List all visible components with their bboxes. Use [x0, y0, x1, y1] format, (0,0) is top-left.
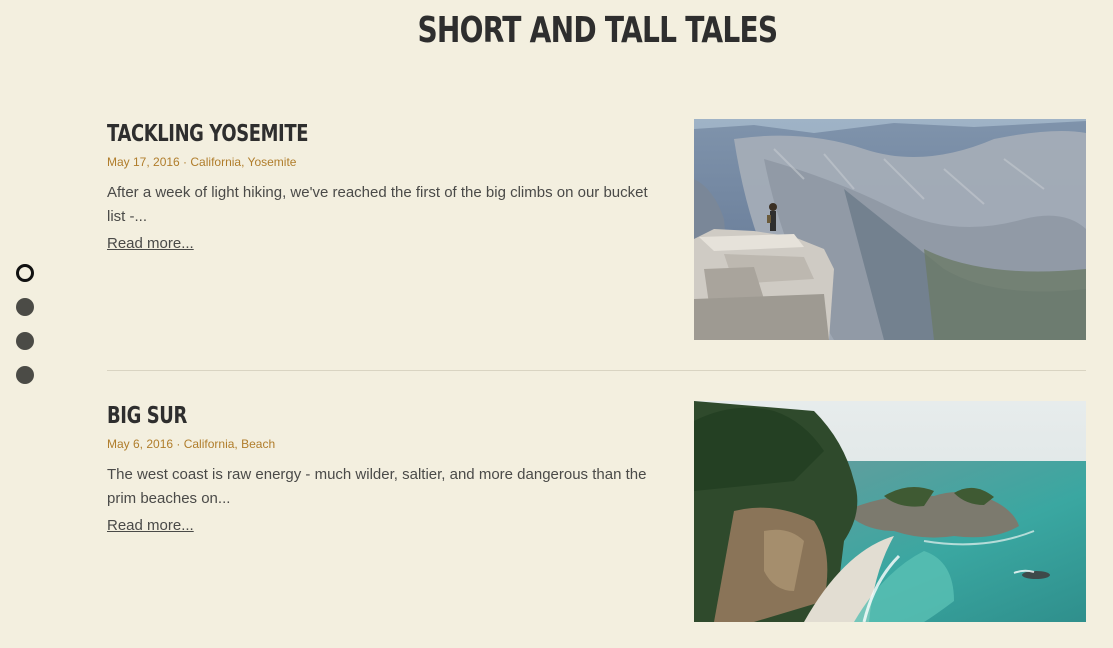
pagination-dot-2[interactable]	[16, 298, 34, 316]
post-text: TACKLING YOSEMITE May 17, 2016 · Califor…	[107, 119, 667, 253]
post-excerpt: The west coast is raw energy - much wild…	[107, 466, 647, 507]
meta-separator: ·	[179, 155, 191, 169]
post-divider	[107, 370, 1086, 371]
post-image[interactable]	[694, 119, 1086, 340]
post-title[interactable]: TACKLING YOSEMITE	[107, 121, 308, 147]
pagination-dot-4[interactable]	[16, 366, 34, 384]
post-date: May 17, 2016	[107, 155, 180, 169]
pagination-dot-3[interactable]	[16, 332, 34, 350]
post-title[interactable]: BIG SUR	[107, 403, 187, 429]
post-tag[interactable]: Yosemite	[248, 155, 297, 169]
post-excerpt: After a week of light hiking, we've reac…	[107, 184, 648, 225]
post-meta: May 17, 2016 · California, Yosemite	[107, 155, 667, 171]
meta-separator: ·	[173, 437, 184, 451]
read-more-link[interactable]: Read more...	[107, 235, 194, 252]
site-title: SHORT AND TALL TALES	[417, 10, 778, 51]
post-date: May 6, 2016	[107, 437, 174, 451]
post-tag[interactable]: California	[184, 437, 235, 451]
pagination-dots	[16, 264, 36, 400]
post-tag[interactable]: California	[190, 155, 241, 169]
read-more-link[interactable]: Read more...	[107, 517, 194, 534]
page: SHORT AND TALL TALES TACKLING YOSEMITE M…	[0, 0, 1113, 648]
post-text: BIG SUR May 6, 2016 · California, Beach …	[107, 401, 667, 535]
post-image[interactable]	[694, 401, 1086, 622]
post-tag[interactable]: Beach	[241, 437, 275, 451]
post-meta: May 6, 2016 · California, Beach	[107, 437, 667, 453]
pagination-dot-1[interactable]	[16, 264, 34, 282]
